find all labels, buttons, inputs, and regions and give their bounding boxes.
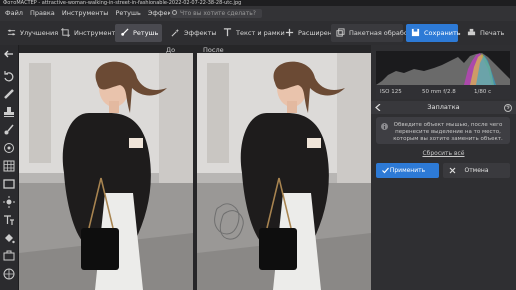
tool-strip	[0, 45, 19, 290]
menu-tools[interactable]: Инструменты	[62, 6, 109, 21]
text-tool-icon[interactable]	[3, 214, 15, 226]
healing-brush-icon[interactable]	[3, 88, 15, 100]
after-image	[197, 53, 371, 290]
effects-tab[interactable]: Эффекты	[166, 24, 217, 42]
text-frames-tab[interactable]: Текст и рамки	[218, 24, 285, 42]
globe-icon[interactable]	[3, 268, 15, 280]
batch-button[interactable]: Пакетная обработка	[331, 24, 420, 42]
save-icon	[411, 28, 420, 37]
print-label: Печать	[480, 29, 505, 37]
histogram: ISO 125 50 mm f/2.8 1/80 с	[376, 51, 510, 99]
fill-bucket-icon[interactable]	[3, 232, 15, 244]
search-input[interactable]: Что вы хотите сделать?	[170, 9, 262, 18]
exif-shutter: 1/80 с	[474, 89, 492, 95]
help-icon[interactable]	[504, 104, 512, 112]
target-icon[interactable]	[3, 142, 15, 154]
brush-icon	[121, 28, 129, 36]
text-icon	[223, 28, 232, 37]
save-label: Сохранить	[424, 29, 461, 37]
menu-bar: Файл Правка Инструменты Ретушь Эффекты В…	[0, 6, 516, 21]
patch-selection-outline[interactable]	[213, 200, 253, 245]
stamp-icon[interactable]	[3, 106, 15, 118]
effects-label: Эффекты	[184, 29, 217, 37]
brush-tool-icon[interactable]	[3, 124, 15, 136]
save-button[interactable]: Сохранить	[406, 24, 461, 42]
menu-file[interactable]: Файл	[5, 6, 23, 21]
retouch-label: Ретушь	[133, 29, 159, 37]
apply-label: Применить	[389, 167, 426, 174]
enhance-label: Улучшения	[20, 29, 59, 37]
adjust-icon[interactable]	[3, 250, 15, 262]
magic-wand-icon	[171, 28, 180, 37]
extensions-tab[interactable]: Расширения	[280, 24, 340, 42]
back-arrow-icon[interactable]	[3, 48, 15, 60]
text-frames-label: Текст и рамки	[236, 29, 285, 37]
tool-title: Заплатка	[427, 103, 460, 111]
exif-bar: ISO 125 50 mm f/2.8 1/80 с	[376, 85, 510, 99]
info-box: Обведите объект мышью, после чего перене…	[376, 117, 510, 144]
before-photo[interactable]	[19, 53, 193, 290]
tool-header: Заплатка	[371, 101, 516, 114]
right-panel: ISO 125 50 mm f/2.8 1/80 с Заплатка Обве…	[371, 45, 516, 290]
info-text: Обведите объект мышью, после чего перене…	[393, 122, 503, 142]
batch-icon	[336, 28, 345, 37]
cancel-button[interactable]: Отмена	[443, 163, 510, 178]
print-button[interactable]: Печать	[462, 24, 505, 42]
retouch-tab[interactable]: Ретушь	[115, 24, 162, 42]
grid-icon[interactable]	[3, 160, 15, 172]
menu-retouch[interactable]: Ретушь	[115, 6, 140, 21]
search-placeholder: Что вы хотите сделать?	[180, 10, 256, 17]
printer-icon	[467, 28, 476, 36]
canvas-area[interactable]: До После	[19, 45, 371, 290]
sun-icon[interactable]	[3, 196, 15, 208]
sliders-icon	[7, 29, 16, 36]
reset-all-link[interactable]: Сбросить всё	[371, 150, 516, 157]
cancel-label: Отмена	[464, 167, 489, 174]
undo-icon[interactable]	[3, 70, 15, 82]
exif-iso: ISO 125	[380, 89, 402, 95]
tools-tab[interactable]: Инструменты	[56, 24, 121, 42]
exif-lens: 50 mm f/2.8	[422, 89, 456, 95]
enhance-tab[interactable]: Улучшения	[2, 24, 58, 42]
before-image	[19, 53, 193, 290]
after-photo[interactable]	[197, 53, 371, 290]
main-toolbar: Улучшения Инструменты Ретушь Эффекты Тек…	[0, 21, 516, 46]
menu-edit[interactable]: Правка	[30, 6, 55, 21]
frame-icon[interactable]	[3, 178, 15, 190]
close-icon	[449, 167, 456, 174]
check-icon	[382, 167, 389, 174]
info-icon	[381, 123, 388, 130]
tools-label: Инструменты	[74, 29, 121, 37]
histogram-graph	[376, 53, 510, 85]
plus-icon	[285, 28, 294, 37]
search-icon	[172, 10, 177, 15]
back-chevron-icon[interactable]	[375, 104, 382, 111]
apply-button[interactable]: Применить	[376, 163, 439, 178]
crop-icon	[61, 28, 70, 37]
